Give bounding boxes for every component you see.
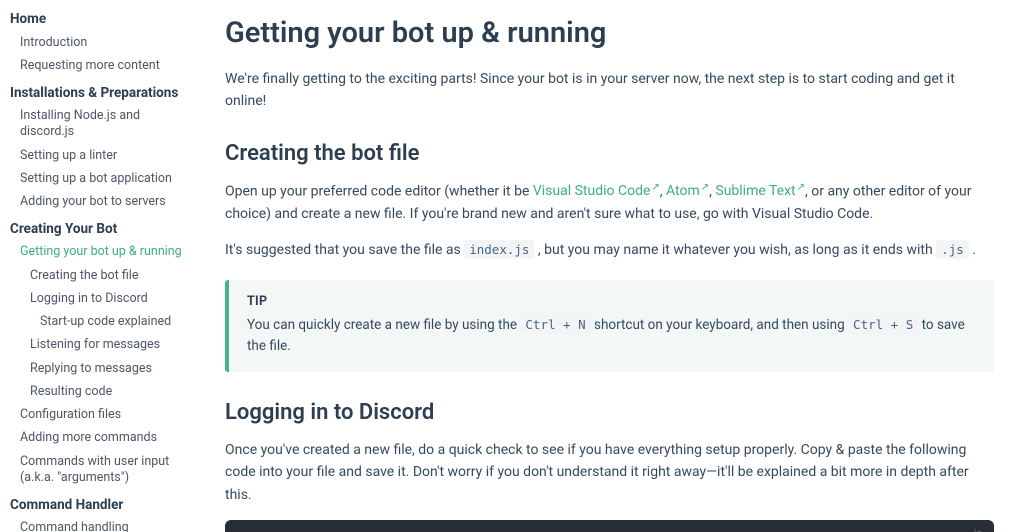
nav-item-logging-in[interactable]: Logging in to Discord (10, 287, 195, 310)
nav-item-startup-code[interactable]: Start-up code explained (10, 311, 195, 334)
nav-item-add-servers[interactable]: Adding your bot to servers (10, 191, 195, 214)
nav-item-cmd-handling[interactable]: Command handling (10, 517, 195, 532)
nav-item-config-files[interactable]: Configuration files (10, 404, 195, 427)
nav-item-requesting[interactable]: Requesting more content (10, 54, 195, 77)
create-paragraph-1: Open up your preferred code editor (whet… (225, 180, 994, 225)
main-content: Getting your bot up & running We're fina… (195, 0, 1024, 532)
nav-heading-handler[interactable]: Command Handler (10, 490, 195, 517)
nav-item-getting-running[interactable]: Getting your bot up & running (10, 241, 195, 264)
sidebar: Home Introduction Requesting more conten… (0, 0, 195, 532)
external-link-icon: ↗ (651, 180, 659, 196)
nav-item-creating-file[interactable]: Creating the bot file (10, 264, 195, 287)
code-ctrl-n: Ctrl + N (520, 315, 590, 334)
tip-title: TIP (247, 294, 976, 309)
code-lang-label: js (974, 526, 982, 532)
code-block: js const Discord = require('discord.js')… (225, 520, 994, 532)
code-js-ext: .js (936, 240, 969, 259)
nav-item-replying[interactable]: Replying to messages (10, 357, 195, 380)
nav-heading-home[interactable]: Home (10, 4, 195, 31)
nav-item-listening[interactable]: Listening for messages (10, 334, 195, 357)
nav-item-resulting[interactable]: Resulting code (10, 380, 195, 403)
tip-text: You can quickly create a new file by usi… (247, 315, 976, 358)
code-indexjs: index.js (464, 240, 534, 259)
tip-box: TIP You can quickly create a new file by… (225, 280, 994, 372)
create-paragraph-2: It's suggested that you save the file as… (225, 239, 994, 261)
link-vscode[interactable]: Visual Studio Code↗ (533, 183, 660, 199)
section-creating-file: Creating the bot file (225, 141, 994, 166)
login-paragraph: Once you've created a new file, do a qui… (225, 439, 994, 506)
code-ctrl-s: Ctrl + S (848, 315, 918, 334)
link-sublime[interactable]: Sublime Text↗ (715, 183, 805, 199)
page-title: Getting your bot up & running (225, 16, 994, 50)
nav-heading-installations[interactable]: Installations & Preparations (10, 78, 195, 105)
section-logging-in: Logging in to Discord (225, 400, 994, 425)
nav-item-introduction[interactable]: Introduction (10, 31, 195, 54)
external-link-icon: ↗ (701, 180, 709, 196)
nav-item-bot-app[interactable]: Setting up a bot application (10, 167, 195, 190)
intro-paragraph: We're finally getting to the exciting pa… (225, 68, 994, 113)
link-atom[interactable]: Atom↗ (666, 183, 709, 199)
nav-heading-creating[interactable]: Creating Your Bot (10, 214, 195, 241)
nav-item-arguments[interactable]: Commands with user input (a.k.a. "argume… (10, 450, 195, 490)
nav-item-more-commands[interactable]: Adding more commands (10, 427, 195, 450)
nav-item-install-node[interactable]: Installing Node.js and discord.js (10, 105, 195, 145)
nav-item-linter[interactable]: Setting up a linter (10, 144, 195, 167)
external-link-icon: ↗ (797, 180, 805, 196)
